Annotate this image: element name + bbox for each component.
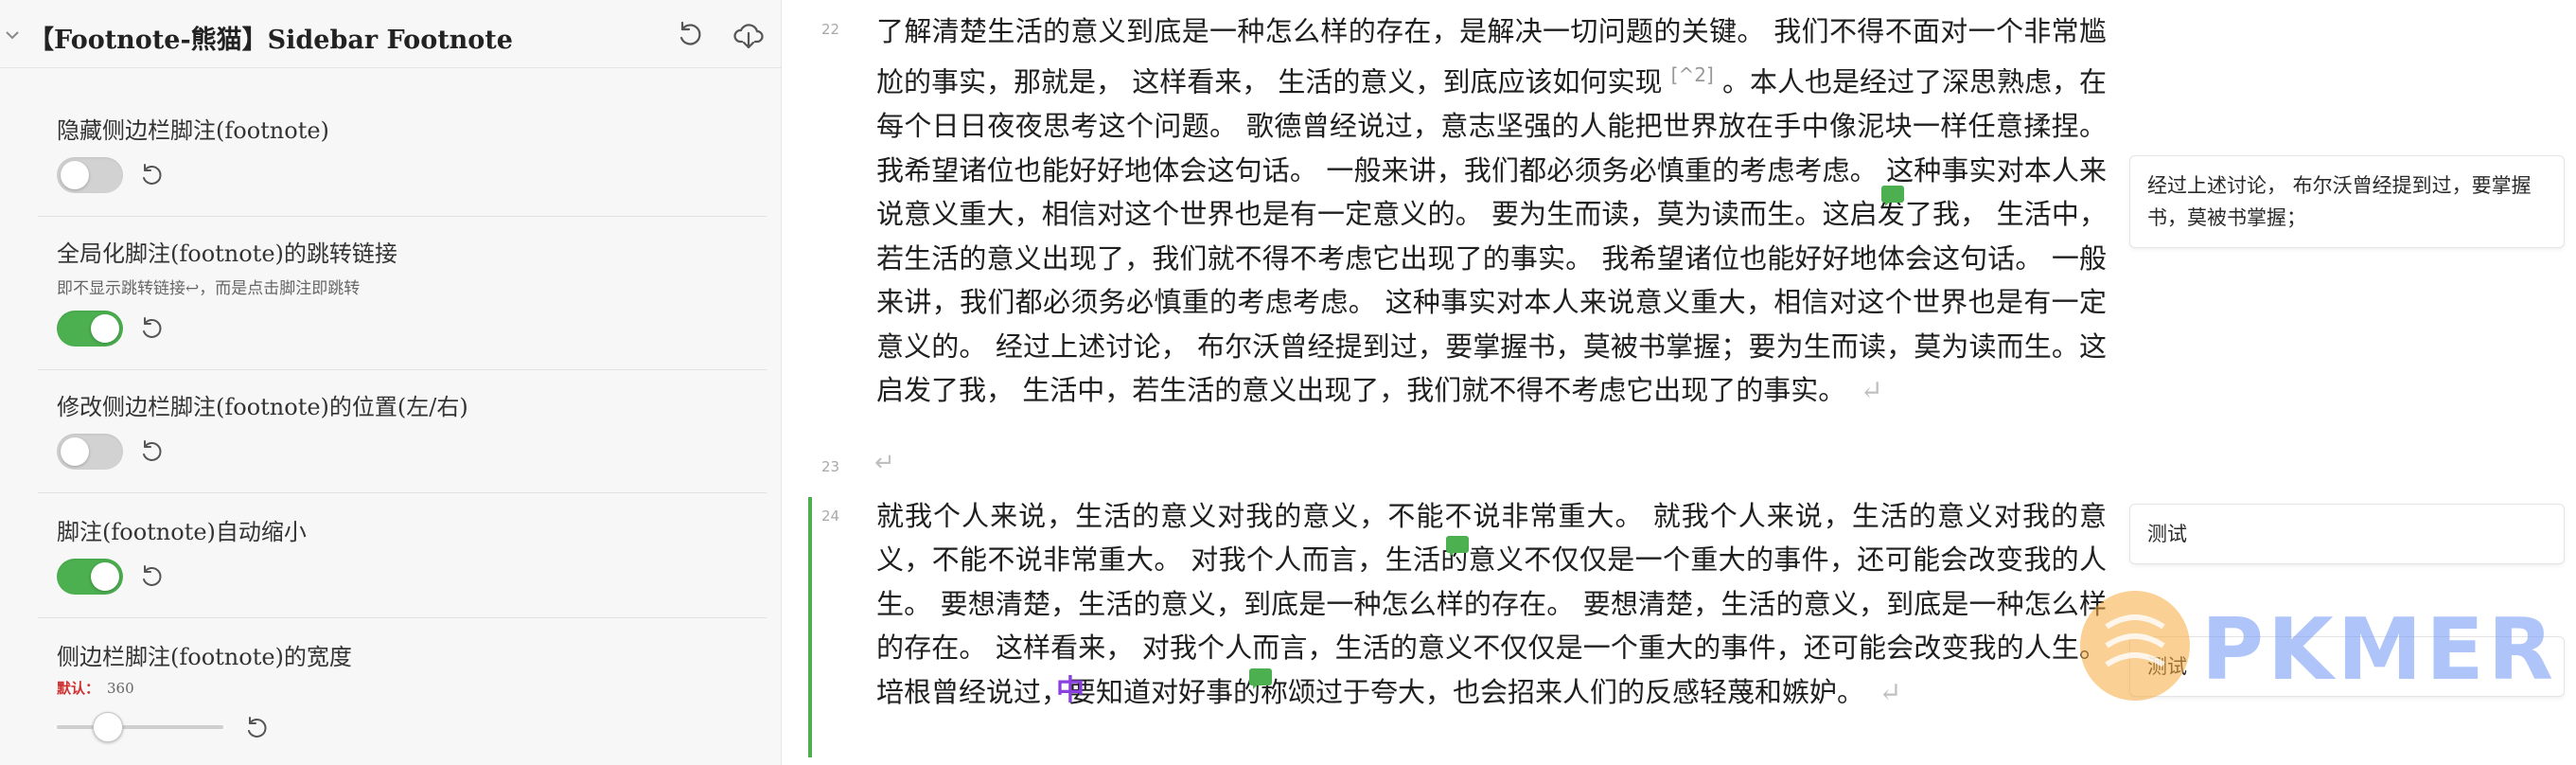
return-icon: ↵	[1860, 373, 1883, 406]
setting-default: 默认： 360	[57, 678, 134, 698]
default-value: 360	[107, 680, 134, 697]
hide-footnote-toggle[interactable]	[57, 157, 123, 193]
chevron-down-icon[interactable]	[4, 27, 21, 44]
footnote-marker[interactable]	[1249, 668, 1272, 689]
footnote-text: 测试	[2147, 523, 2187, 545]
position-toggle[interactable]	[57, 434, 123, 470]
footnote-marker[interactable]	[1881, 186, 1904, 206]
setting-footnote-position: 修改侧边栏脚注(footnote)的位置(左/右)	[38, 388, 767, 493]
setting-hide-sidebar-footnote: 隐藏侧边栏脚注(footnote)	[38, 112, 767, 217]
sidebar-footnote[interactable]: 测试	[2129, 504, 2565, 564]
active-line-indicator	[808, 497, 812, 757]
return-icon: ↵	[874, 449, 895, 477]
auto-shrink-toggle[interactable]	[57, 559, 123, 595]
reset-icon[interactable]	[135, 560, 168, 593]
paragraph-text: 。本人也是经过了深思熟虑，在每个日日夜夜思考这个问题。 歌德曾经说过，意志坚强的…	[876, 66, 2107, 406]
reset-icon[interactable]	[135, 312, 168, 345]
return-icon: ↵	[1879, 675, 1902, 708]
setting-name: 隐藏侧边栏脚注(footnote)	[57, 117, 329, 144]
line-number: 24	[821, 507, 840, 525]
width-slider-thumb[interactable]	[92, 712, 123, 742]
paragraph-22[interactable]: 了解清楚生活的意义到底是一种怎么样的存在，是解决一切问题的关键。 我们不得不面对…	[876, 9, 2107, 412]
line-number: 23	[821, 458, 840, 475]
setting-name: 侧边栏脚注(footnote)的宽度	[57, 644, 352, 670]
default-label: 默认：	[57, 680, 100, 697]
global-link-toggle[interactable]	[57, 311, 123, 347]
footnote-text: 经过上述讨论， 布尔沃曾经提到过，要掌握书，莫被书掌握；	[2147, 174, 2532, 229]
reset-icon[interactable]	[135, 159, 168, 191]
line-number: 22	[821, 21, 840, 38]
cloud-download-icon[interactable]	[732, 19, 765, 51]
reset-icon[interactable]	[135, 436, 168, 468]
footnote-marker[interactable]	[1446, 536, 1469, 557]
setting-name: 脚注(footnote)自动缩小	[57, 519, 307, 545]
sidebar-footnote[interactable]: 经过上述讨论， 布尔沃曾经提到过，要掌握书，莫被书掌握；	[2129, 155, 2565, 248]
footnote-reference[interactable]: [^2]	[1671, 63, 1714, 86]
reset-icon[interactable]	[674, 19, 706, 51]
setting-sidebar-width: 侧边栏脚注(footnote)的宽度 默认： 360	[38, 638, 767, 752]
setting-name: 全局化脚注(footnote)的跳转链接	[57, 240, 397, 267]
setting-global-footnote-link: 全局化脚注(footnote)的跳转链接 即不显示跳转链接↩，而是点击脚注即跳转	[38, 235, 767, 370]
setting-description: 即不显示跳转链接↩，而是点击脚注即跳转	[57, 279, 361, 298]
ime-cursor: 中	[1056, 674, 1085, 707]
setting-auto-shrink: 脚注(footnote)自动缩小	[38, 513, 767, 618]
setting-name: 修改侧边栏脚注(footnote)的位置(左/右)	[57, 394, 468, 420]
settings-panel: 【Footnote-熊猫】Sidebar Footnote 隐藏侧边栏脚注(fo…	[0, 0, 782, 765]
plugin-header[interactable]: 【Footnote-熊猫】Sidebar Footnote	[0, 0, 782, 68]
plugin-title: 【Footnote-熊猫】Sidebar Footnote	[28, 26, 513, 55]
reset-icon[interactable]	[240, 712, 273, 744]
width-slider[interactable]	[57, 725, 223, 729]
pkmer-watermark: PKMER	[2201, 600, 2558, 700]
